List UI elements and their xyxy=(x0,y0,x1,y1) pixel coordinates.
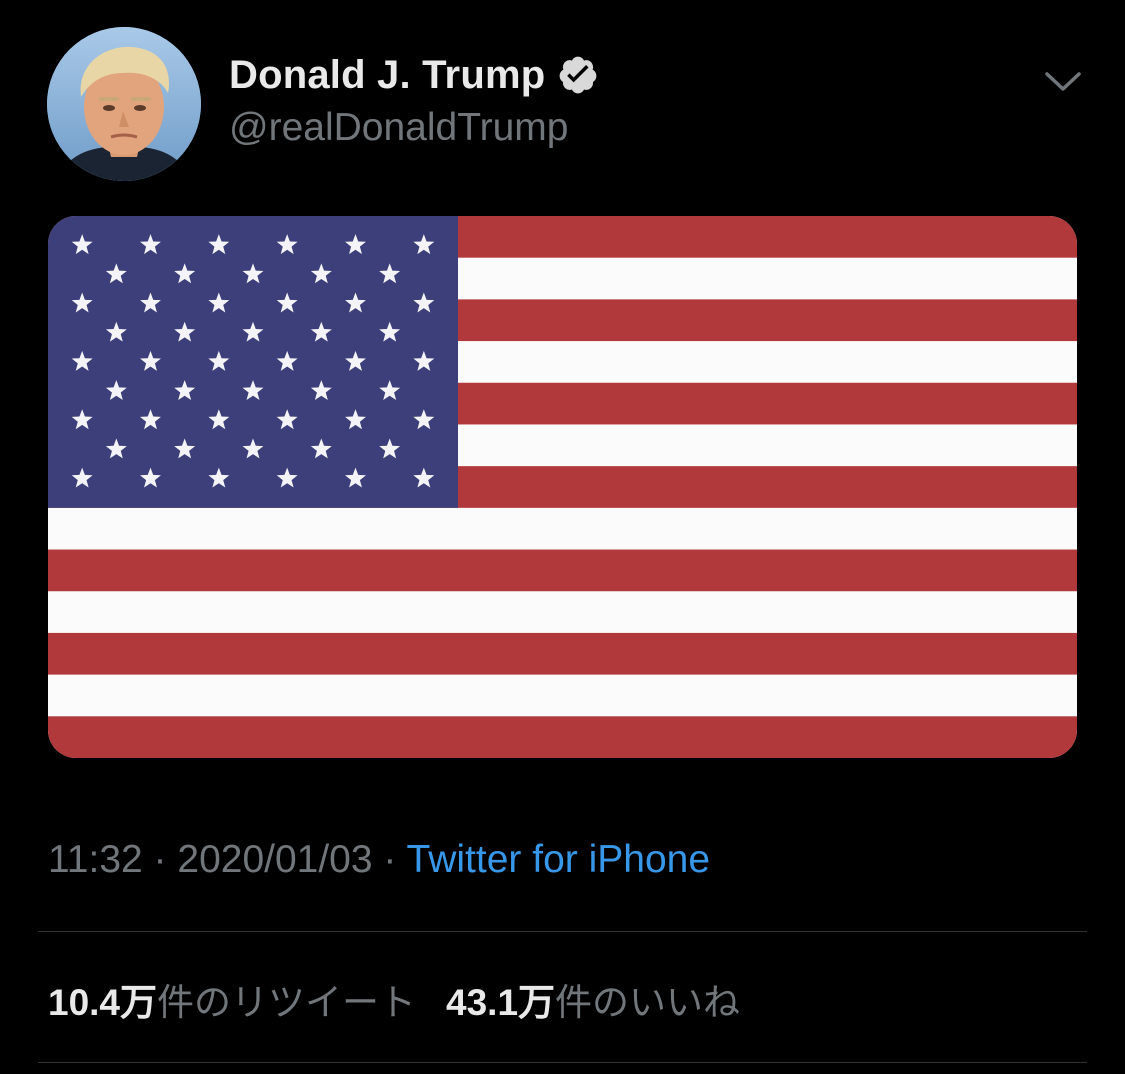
tweet-detail: Donald J. Trump @realDonaldTrump 11:32 ·… xyxy=(0,0,1125,1074)
retweets-count: 10.4万 xyxy=(48,982,158,1023)
author-handle[interactable]: @realDonaldTrump xyxy=(229,106,568,150)
tweet-time[interactable]: 11:32 xyxy=(48,838,143,881)
flag-red-stripe xyxy=(48,716,1077,758)
divider xyxy=(38,1062,1087,1063)
flag-red-stripe xyxy=(48,632,1077,676)
flag-image xyxy=(48,216,1077,758)
tweet-date[interactable]: 2020/01/03 xyxy=(177,838,372,881)
divider xyxy=(38,931,1087,932)
meta-separator: · xyxy=(372,838,407,881)
meta-separator: · xyxy=(142,838,178,881)
chevron-down-icon[interactable] xyxy=(1043,64,1083,100)
retweets-stat[interactable]: 10.4万 件のリツイート xyxy=(48,972,416,1026)
verified-badge-icon xyxy=(557,54,599,96)
flag-red-stripe xyxy=(48,549,1077,592)
author-name-row[interactable]: Donald J. Trump xyxy=(229,48,599,102)
likes-label: 件のいいね xyxy=(555,982,741,1023)
tweet-stats: 10.4万 件のリツイート 43.1万 件のいいね xyxy=(48,972,740,1026)
tweet-media-image[interactable] xyxy=(48,216,1077,758)
likes-stat[interactable]: 43.1万 件のいいね xyxy=(446,972,740,1026)
retweets-label: 件のリツイート xyxy=(157,982,417,1023)
flag-white-stripe xyxy=(48,591,1077,634)
tweet-meta: 11:32 · 2020/01/03 · Twitter for iPhone xyxy=(48,838,710,882)
likes-count: 43.1万 xyxy=(446,982,556,1023)
flag-white-stripe xyxy=(48,507,1077,551)
avatar[interactable] xyxy=(47,27,201,181)
flag-canton xyxy=(48,216,458,508)
flag-white-stripe xyxy=(48,674,1077,717)
display-name[interactable]: Donald J. Trump xyxy=(229,53,545,98)
tweet-source-link[interactable]: Twitter for iPhone xyxy=(407,838,710,881)
